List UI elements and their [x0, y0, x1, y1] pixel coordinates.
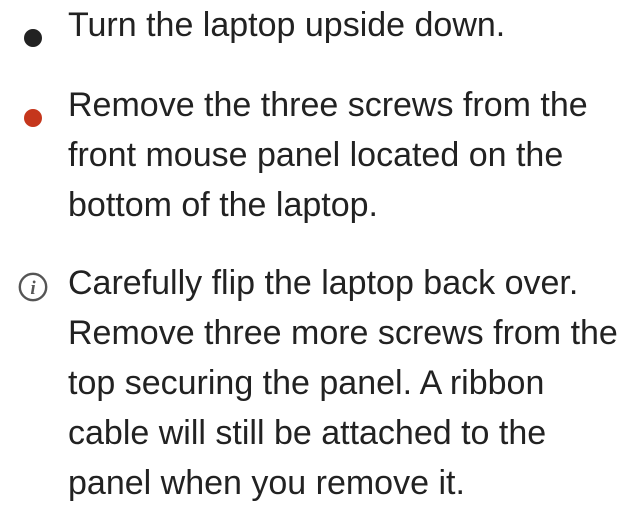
step-text: Carefully flip the laptop back over. Rem… [68, 264, 618, 502]
info-icon: i [18, 272, 48, 302]
step-text: Remove the three screws from the front m… [68, 86, 588, 224]
step-list: Turn the laptop upside down. Remove the … [0, 0, 634, 502]
step-text: Turn the laptop upside down. [68, 6, 506, 44]
bullet-icon [24, 109, 42, 127]
svg-text:i: i [30, 278, 36, 299]
bullet-icon [24, 29, 42, 47]
